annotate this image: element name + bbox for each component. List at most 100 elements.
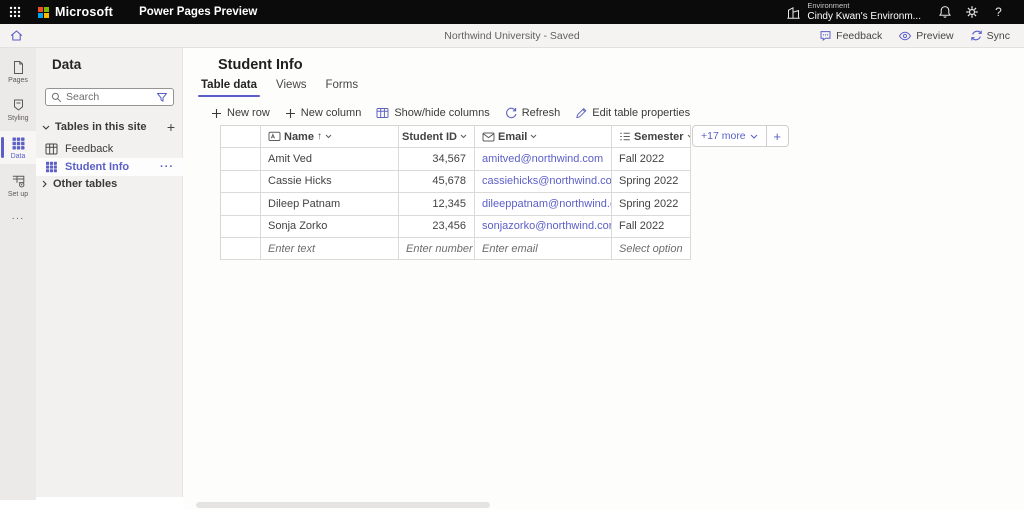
rail-item-set-up[interactable]: Set up [0,169,36,202]
top-app-bar: Microsoft Power Pages Preview Environmen… [0,0,1024,24]
grid-cell-name[interactable]: Sonja Zorko [261,215,399,238]
navigation-rail: Pages Styling Data Set up ··· [0,48,36,500]
sync-icon [970,30,982,41]
settings-button[interactable] [958,0,985,24]
grid-cell-semester[interactable]: Spring 2022 [612,193,691,216]
row-selector[interactable] [221,215,261,238]
column-header-student-id[interactable]: Student ID [399,126,475,149]
edit-table-properties-button[interactable]: Edit table properties [575,107,690,119]
preview-button[interactable]: Preview [892,27,959,45]
tab-views[interactable]: Views [273,77,309,99]
other-tables-toggle[interactable]: Other tables [42,178,117,190]
new-row-semester-cell[interactable]: Select option [612,237,691,261]
feedback-label: Feedback [836,29,883,42]
toolbar-label: New column [300,107,362,119]
command-bar: Northwind University - Saved Feedback Pr… [0,24,1024,48]
grid-cell-email[interactable]: dileeppatnam@northwind.com [475,193,612,216]
home-icon [10,30,22,41]
grid-cell-name[interactable]: Dileep Patnam [261,193,399,216]
environment-text: Environment Cindy Kwan's Environm... [807,1,921,22]
more-horizontal-icon: ··· [11,213,25,224]
data-panel: Data Tables in this site + Feedback [36,48,183,497]
horizontal-scrollbar-thumb[interactable] [196,502,490,508]
grid-cell-email[interactable]: cassiehicks@northwind.com [475,170,612,194]
rail-more-button[interactable]: ··· [12,213,25,224]
table-item-label: Student Info [65,161,130,173]
more-columns-split-button: +17 more + [692,125,789,147]
toolbar-label: Refresh [521,107,561,119]
refresh-button[interactable]: Refresh [505,107,561,119]
feedback-button[interactable]: Feedback [813,26,888,45]
more-horizontal-icon[interactable]: ··· [160,161,174,173]
new-column-button[interactable]: New column [285,107,362,119]
rail-item-styling[interactable]: Styling [0,93,36,126]
tab-table-data[interactable]: Table data [198,77,261,99]
pages-icon [13,60,23,74]
sync-button[interactable]: Sync [964,26,1016,45]
table-columns-icon [376,108,389,118]
grid-cell-semester[interactable]: Fall 2022 [612,215,691,238]
column-header-label: Name [284,130,314,143]
account-button[interactable] [1012,5,1024,20]
command-bar-actions: Feedback Preview Sync [813,26,1024,45]
show-hide-columns-button[interactable]: Show/hide columns [376,107,490,119]
rail-item-data[interactable]: Data [0,131,36,164]
search-input[interactable] [66,91,152,103]
column-header-semester[interactable]: Semester [612,126,691,149]
chevron-down-icon [325,134,332,139]
preview-label: Preview [916,29,954,42]
sort-ascending-icon: ↑ [316,131,322,143]
grid-cell-email[interactable]: sonjazorko@northwind.com [475,215,612,238]
page-title: Student Info [218,57,303,73]
rail-label: Pages [8,76,28,84]
filter-icon[interactable] [156,92,168,103]
row-selector[interactable] [221,170,261,194]
grid-cell-name[interactable]: Cassie Hicks [261,170,399,194]
grid-cell-semester[interactable]: Spring 2022 [612,170,691,194]
environment-label: Environment [807,1,850,11]
grid-cell-semester[interactable]: Fall 2022 [612,148,691,171]
add-column-button[interactable]: + [765,126,788,146]
sync-label: Sync [986,29,1010,42]
tab-forms[interactable]: Forms [323,77,362,99]
toolbar-label: Show/hide columns [394,107,490,119]
chevron-down-icon [687,134,690,139]
more-columns-button[interactable]: +17 more [693,126,766,146]
column-header-email[interactable]: Email [475,126,612,149]
row-selector[interactable] [221,237,261,261]
row-selector[interactable] [221,193,261,216]
home-button[interactable] [0,24,32,48]
rail-label: Set up [7,190,29,198]
rail-item-pages[interactable]: Pages [0,55,36,88]
new-row-name-cell[interactable]: Enter text [261,237,399,261]
help-button[interactable]: ? [985,0,1012,24]
table-item-student-info[interactable]: Student Info ··· [36,158,183,176]
notifications-button[interactable] [931,0,958,24]
row-selector[interactable] [221,148,261,171]
table-item-feedback[interactable]: Feedback [36,140,183,158]
new-row-button[interactable]: New row [211,107,270,119]
new-row-student-id-cell[interactable]: Enter number [399,237,475,261]
grid-cell-student-id[interactable]: 12,345 [399,193,475,216]
column-header-name[interactable]: Name ↑ [261,126,399,149]
add-table-button[interactable]: + [165,120,177,134]
other-tables-label: Other tables [53,178,118,190]
refresh-icon [505,107,517,119]
microsoft-logo: Microsoft [38,5,113,19]
grid-cell-student-id[interactable]: 34,567 [399,148,475,171]
grid-cell-student-id[interactable]: 23,456 [399,215,475,238]
select-all-header[interactable] [221,126,261,149]
feedback-icon [820,31,831,41]
app-launcher-button[interactable] [0,0,30,24]
grid-cell-student-id[interactable]: 45,678 [399,170,475,194]
environment-picker[interactable]: Environment Cindy Kwan's Environm... [776,0,931,24]
rail-label: Styling [7,114,29,122]
tab-bar: Table data Views Forms [198,77,361,99]
tables-section-header[interactable]: Tables in this site + [42,118,177,136]
choice-list-icon [620,132,630,141]
chevron-right-icon [42,180,47,188]
grid-cell-email[interactable]: amitved@northwind.com [475,148,612,171]
email-icon [482,132,495,142]
new-row-email-cell[interactable]: Enter email [475,237,612,261]
grid-cell-name[interactable]: Amit Ved [261,148,399,171]
